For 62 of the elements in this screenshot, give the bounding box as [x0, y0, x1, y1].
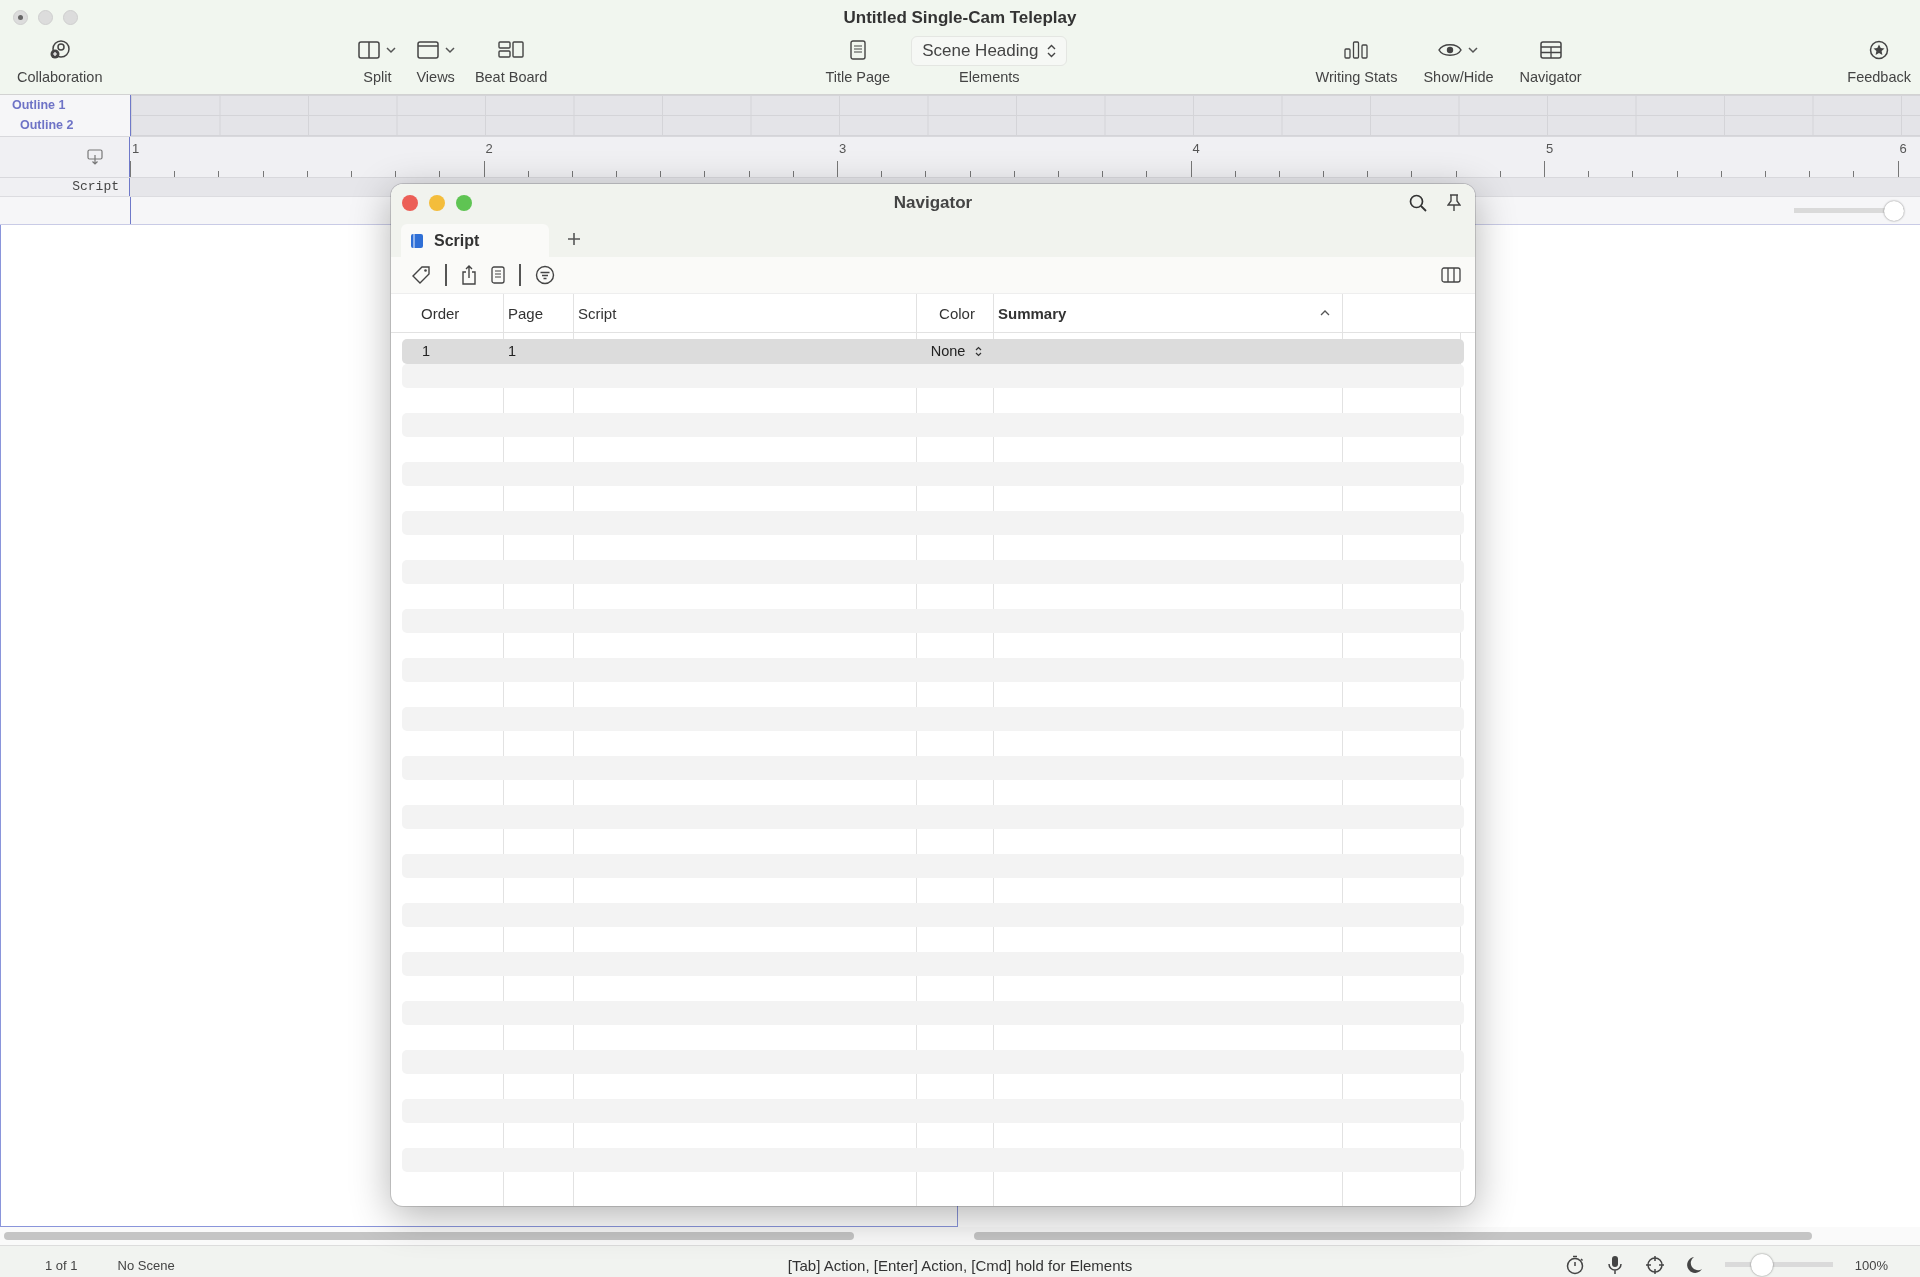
table-cell: 1 — [508, 343, 517, 360]
toolbar-button[interactable]: Writing Stats — [1312, 34, 1401, 85]
script-label: Script — [0, 178, 130, 196]
document-icon — [849, 40, 866, 60]
crosshair-icon[interactable] — [1644, 1255, 1665, 1275]
search-icon[interactable] — [1409, 194, 1427, 212]
zoom-level: 100% — [1854, 1257, 1888, 1273]
share-icon[interactable] — [461, 265, 477, 285]
window-icon — [416, 41, 439, 59]
outline-label[interactable]: Outline 2 — [0, 115, 130, 135]
column-header[interactable]: Color — [917, 294, 994, 332]
bar-chart-icon — [1344, 41, 1369, 59]
tray-icon[interactable] — [87, 149, 103, 165]
toolbar-label: Elements — [959, 69, 1020, 85]
toolbar-button[interactable]: Title Page — [822, 34, 894, 85]
board-icon — [498, 41, 525, 59]
scrollbar[interactable] — [4, 1232, 854, 1240]
column-header[interactable]: Order — [404, 294, 504, 332]
split-view-icon — [358, 41, 381, 59]
table-icon — [1539, 41, 1562, 59]
timer-icon[interactable] — [1564, 1255, 1585, 1275]
toolbar-button[interactable]: Beat Board — [471, 34, 551, 85]
filter-icon[interactable] — [535, 265, 555, 285]
eye-icon — [1438, 42, 1463, 58]
columns-icon[interactable] — [1441, 267, 1461, 283]
pin-icon[interactable] — [1447, 194, 1461, 212]
status-hint: [Tab] Action, [Enter] Action, [Cmd] hold for Elements — [787, 1256, 1133, 1274]
toolbar-button[interactable]: Split — [355, 34, 400, 85]
column-header[interactable]: Script — [574, 294, 917, 332]
person-add-icon — [48, 40, 71, 60]
close-button[interactable] — [13, 9, 28, 25]
document-icon[interactable] — [491, 266, 505, 284]
scrollbar[interactable] — [974, 1232, 1812, 1240]
plus-icon[interactable] — [567, 232, 581, 246]
toolbar-button[interactable]: Views — [413, 34, 458, 85]
scene-name: No Scene — [117, 1257, 175, 1273]
toolbar-button[interactable]: Collaboration — [14, 34, 106, 85]
element-dropdown[interactable]: Scene Heading — [911, 36, 1068, 66]
sort-caret-icon — [1320, 310, 1330, 316]
window-title: Untitled Single-Cam Teleplay — [843, 8, 1077, 28]
tag-icon[interactable] — [411, 265, 431, 285]
outline-label[interactable]: Outline 1 — [0, 95, 130, 115]
slider-track[interactable] — [1794, 200, 1904, 221]
moon-icon[interactable] — [1686, 1256, 1703, 1274]
script-tab[interactable]: Script — [401, 224, 549, 257]
column-header[interactable]: Page — [504, 294, 574, 332]
updown-icon — [975, 345, 983, 357]
table-cell: 1 — [422, 343, 431, 360]
toolbar-button[interactable]: Navigator — [1516, 34, 1585, 85]
page-count: 1 of 1 — [45, 1257, 78, 1273]
toolbar-button[interactable]: Show/Hide — [1420, 34, 1497, 85]
slider-thumb[interactable] — [1750, 1254, 1773, 1276]
table-row[interactable]: 1 1 None — [402, 339, 1464, 364]
microphone-icon[interactable] — [1606, 1255, 1623, 1275]
toolbar-button[interactable]: Feedback — [1844, 34, 1914, 85]
window-title: Navigator — [893, 193, 973, 213]
color-dropdown[interactable]: None — [930, 343, 983, 360]
updown-icon — [1047, 44, 1057, 58]
column-header[interactable]: Summary — [994, 294, 1343, 332]
slider-thumb[interactable] — [1884, 200, 1904, 221]
close-button[interactable] — [402, 195, 418, 211]
book-icon — [410, 232, 424, 249]
